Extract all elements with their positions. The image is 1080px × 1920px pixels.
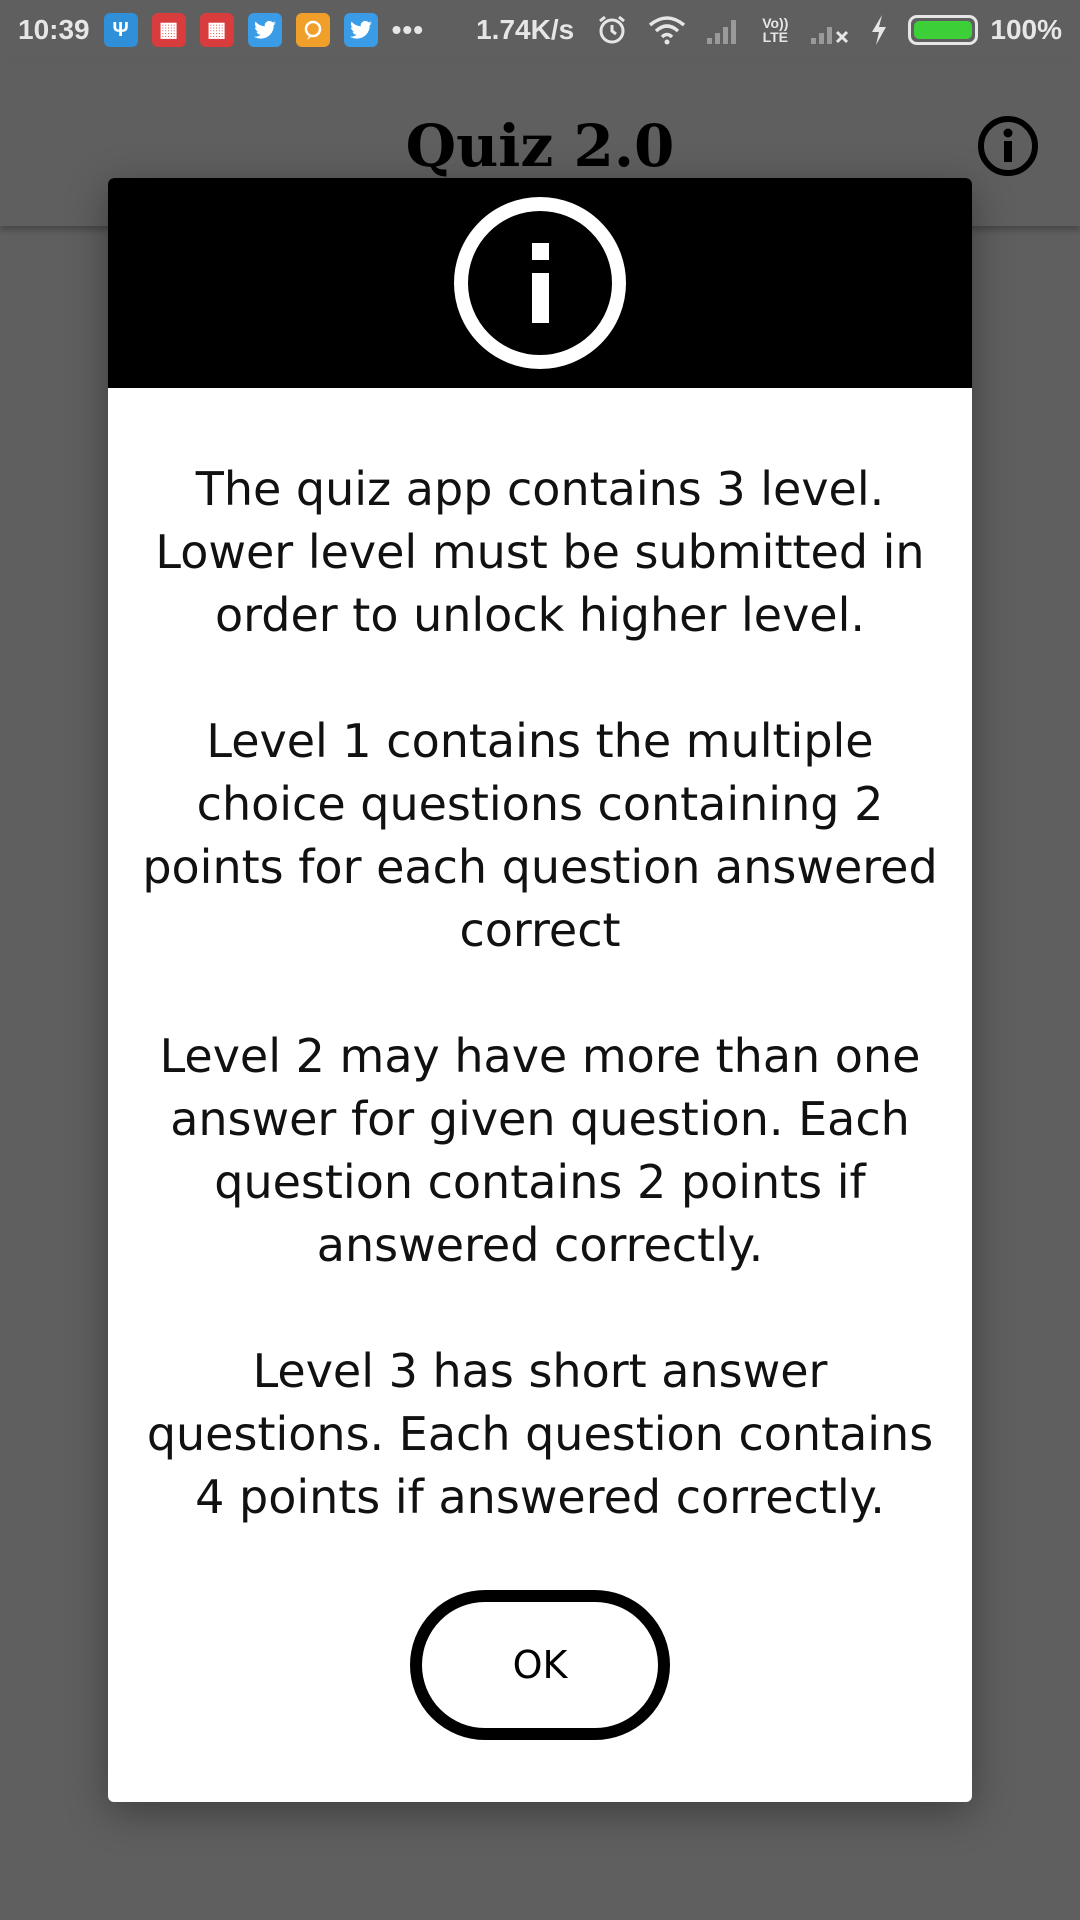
wifi-icon	[648, 15, 686, 45]
calendar-icon: ▦	[199, 13, 234, 47]
signal-icon	[706, 16, 742, 44]
message-line: correct	[459, 903, 621, 957]
alarm-icon	[596, 14, 628, 46]
chat-icon	[295, 13, 330, 47]
message-line: questions. Each question contains	[146, 1407, 934, 1461]
battery-percent: 100%	[990, 14, 1062, 45]
message-paragraph: Level 3 has short answer questions. Each…	[118, 1340, 962, 1529]
charging-icon	[870, 15, 888, 45]
message-line: Level 2 may have more than one	[159, 1029, 921, 1083]
message-line: The quiz app contains 3 level.	[195, 462, 885, 516]
message-line: choice questions containing 2	[196, 777, 884, 831]
message-line: points for each question answered	[142, 840, 938, 894]
message-line: answered correctly.	[316, 1218, 764, 1272]
twitter-icon	[343, 13, 378, 47]
message-line: order to unlock higher level.	[215, 588, 865, 642]
lte-label: LTE	[762, 29, 788, 45]
volte-indicator: Vo)) LTE	[762, 16, 788, 44]
twitter-icon	[247, 13, 282, 47]
status-bar-right: 1.74K/s Vo)) LTE 100%	[476, 14, 1062, 46]
battery-fill	[914, 21, 973, 39]
network-speed: 1.74K/s	[476, 14, 575, 45]
dialog-header	[108, 178, 972, 388]
info-button[interactable]	[976, 114, 1040, 178]
info-icon	[978, 116, 1038, 176]
message-line: question contains 2 points if	[214, 1155, 866, 1209]
status-time: 10:39	[18, 14, 90, 45]
message-paragraph: The quiz app contains 3 level. Lower lev…	[118, 458, 962, 647]
battery-icon	[908, 15, 979, 45]
calendar-icon: ▦	[151, 13, 186, 47]
app-title: Quiz 2.0	[405, 112, 675, 180]
info-dialog: The quiz app contains 3 level. Lower lev…	[108, 178, 972, 1802]
status-bar: 10:39 Ψ ▦ ▦ ••• 1.74K/s Vo)) LTE 100%	[0, 0, 1080, 60]
message-line: Lower level must be submitted in	[155, 525, 925, 579]
ok-button[interactable]: OK	[410, 1590, 670, 1740]
no-signal-icon	[810, 16, 850, 44]
message-paragraph: Level 1 contains the multiple choice que…	[118, 710, 962, 962]
volte-label: Vo))	[762, 15, 789, 31]
dialog-message: The quiz app contains 3 level. Lower lev…	[108, 388, 972, 1529]
message-line: Level 3 has short answer	[252, 1344, 828, 1398]
status-bar-left: 10:39 Ψ ▦ ▦ •••	[18, 13, 424, 47]
message-paragraph: Level 2 may have more than one answer fo…	[118, 1025, 962, 1277]
more-notifications: •••	[391, 14, 425, 45]
message-line: answer for given question. Each	[170, 1092, 910, 1146]
usb-icon: Ψ	[103, 13, 138, 47]
message-line: 4 points if answered correctly.	[195, 1470, 885, 1524]
message-line: Level 1 contains the multiple	[206, 714, 874, 768]
info-icon	[454, 197, 626, 369]
